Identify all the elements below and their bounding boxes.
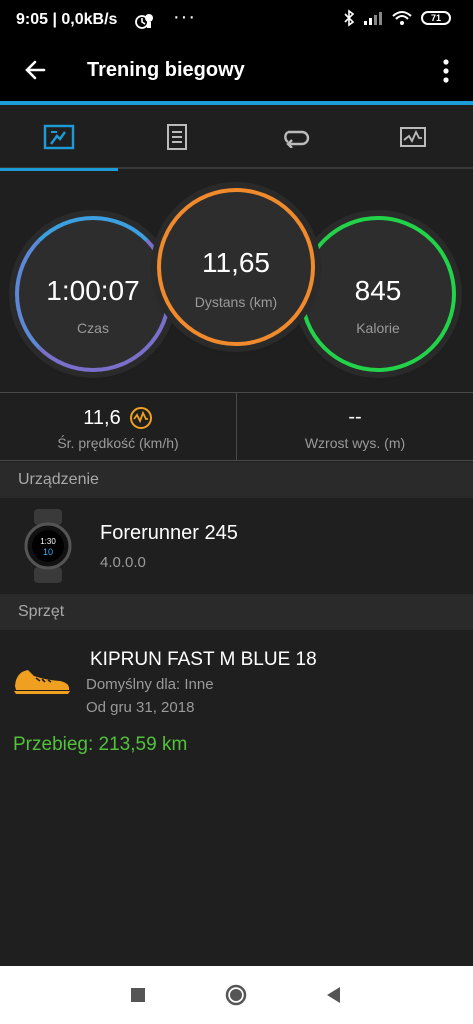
status-bar: 9:05 | 0,0kB/s ··· 71 [0, 0, 473, 40]
charts-icon [400, 127, 426, 147]
gear-since-date: Od gru 31, 2018 [86, 699, 195, 716]
bluetooth-icon [344, 9, 355, 27]
gear-item[interactable]: KIPRUN FAST M BLUE 18 Domyślny dla: Inne… [0, 630, 473, 966]
elevation-value: -- [348, 406, 362, 428]
avg-speed-value: 11,6 [83, 406, 121, 429]
section-device-header: Urządzenie [0, 462, 473, 498]
circle-icon [225, 984, 247, 1006]
elevation-label: Wzrost wys. (m) [304, 435, 406, 451]
distance-label: Dystans (km) [194, 294, 278, 310]
gear-default-for: Domyślny dla: Inne [86, 676, 214, 693]
laps-icon [284, 130, 310, 148]
tab-laps[interactable] [236, 105, 354, 169]
calories-value: 845 [354, 275, 402, 306]
avg-speed-label: Śr. prędkość (km/h) [57, 435, 179, 451]
gear-distance: Przebieg: 213,59 km [13, 734, 188, 755]
svg-text:10: 10 [43, 547, 53, 557]
gear-name: KIPRUN FAST M BLUE 18 [90, 649, 317, 670]
time-value: 1:00:07 [46, 275, 140, 306]
device-name: Forerunner 245 [100, 522, 238, 544]
shoe-icon [14, 670, 70, 694]
tab-details[interactable] [118, 105, 236, 169]
overflow-menu-icon[interactable] [437, 54, 455, 88]
triangle-back-icon [327, 987, 340, 1003]
back-arrow-icon[interactable] [18, 52, 54, 88]
avg-speed-stat: 11,6 Śr. prędkość (km/h) [0, 393, 236, 461]
page-title: Trening biegowy [87, 59, 245, 81]
tab-bar [0, 105, 473, 171]
tab-charts[interactable] [354, 105, 472, 169]
calories-label: Kalorie [356, 320, 400, 336]
signal-icon [364, 12, 382, 25]
device-version: 4.0.0.0 [100, 554, 146, 571]
status-time: 9:05 | 0,0kB/s [16, 11, 118, 28]
distance-ring: 11,65 Dystans (km) [157, 188, 315, 346]
square-icon [131, 988, 145, 1002]
recents-button[interactable] [123, 980, 153, 1010]
time-ring: 1:00:07 Czas [15, 216, 171, 372]
calories-ring: 845 Kalorie [300, 216, 456, 372]
details-icon [167, 124, 187, 150]
device-item[interactable]: 1:30 10 Forerunner 245 4.0.0.0 [0, 498, 473, 594]
summary-rings: 1:00:07 Czas 845 Kalorie 11,65 Dystans (… [0, 171, 473, 392]
section-gear-header: Sprzęt [0, 594, 473, 630]
home-button[interactable] [221, 980, 251, 1010]
bulb-icon [145, 14, 153, 28]
system-nav-bar [0, 966, 473, 1024]
stats-row: 11,6 Śr. prędkość (km/h) -- Wzrost wys. … [0, 392, 473, 461]
elevation-stat: -- Wzrost wys. (m) [237, 393, 473, 461]
app-bar: Trening biegowy [0, 40, 473, 102]
wifi-icon [392, 11, 412, 25]
svg-text:1:30: 1:30 [40, 537, 56, 546]
more-notifications-icon: ··· [173, 6, 196, 28]
time-label: Czas [77, 320, 109, 336]
distance-value: 11,65 [202, 247, 270, 278]
summary-icon [43, 124, 75, 150]
battery-indicator: 71 [421, 11, 451, 25]
watch-icon: 1:30 10 [24, 509, 72, 583]
back-button[interactable] [318, 980, 348, 1010]
tab-summary[interactable] [0, 105, 118, 171]
speed-chart-icon[interactable] [129, 406, 153, 430]
